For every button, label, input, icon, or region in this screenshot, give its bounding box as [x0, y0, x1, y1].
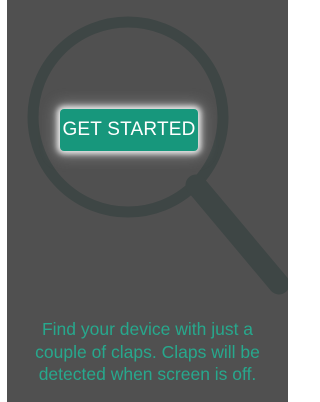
instruction-line-1: Find your device with just a	[41, 319, 254, 339]
app-screen: GET STARTED Find your device with just a…	[7, 0, 288, 402]
instruction-text: Find your device with just a couple of c…	[7, 318, 288, 386]
instruction-line-3: detected when screen is off.	[38, 364, 257, 384]
instruction-line-2: couple of claps. Claps will be	[35, 341, 260, 362]
get-started-button[interactable]: GET STARTED	[60, 109, 198, 151]
